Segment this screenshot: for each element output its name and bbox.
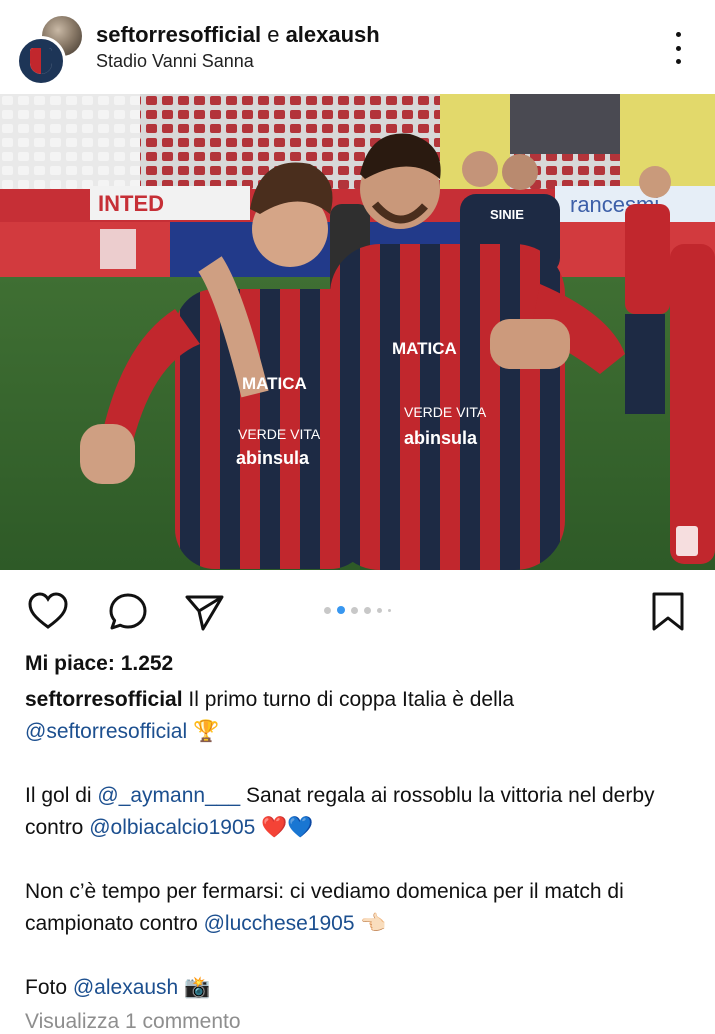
sponsor-text-left-2: VERDE VITA [238, 426, 321, 442]
carousel-dot-active [337, 606, 345, 614]
like-heart-icon[interactable] [26, 590, 70, 634]
comment-bubble-icon[interactable] [106, 590, 150, 634]
carousel-dot [388, 608, 391, 612]
caption-text: Il gol di [25, 784, 98, 807]
post-actions [0, 576, 715, 646]
location-link[interactable]: Stadio Vanni Sanna [96, 51, 254, 72]
avatar-seftorresofficial[interactable] [16, 36, 66, 86]
caption-paragraph-1: seftorresofficial Il primo turno di copp… [25, 684, 695, 748]
mention-link[interactable]: @seftorresofficial [25, 720, 187, 743]
mention-link[interactable]: @lucchese1905 [204, 912, 355, 935]
carousel-dot [377, 607, 382, 613]
post-photo[interactable]: INTED rancesmi MATICA VERDE VITA abinsul… [0, 94, 715, 570]
banner-left-text: INTED [98, 191, 164, 216]
trophy-emoji: 🏆 [187, 720, 220, 743]
caption-text: Foto [25, 976, 73, 999]
sponsor-text-left-3: abinsula [236, 448, 310, 468]
share-send-icon[interactable] [182, 590, 226, 634]
caption-paragraph-2: Il gol di @_aymann___ Sanat regala ai ro… [25, 780, 695, 844]
save-bookmark-icon[interactable] [646, 590, 690, 634]
more-options-icon[interactable] [668, 32, 688, 64]
carousel-dot [364, 606, 371, 614]
caption-paragraph-4: Foto @alexaush 📸 [25, 972, 695, 1004]
authors-conjunction: e [267, 22, 280, 47]
author-link-2[interactable]: alexaush [286, 22, 380, 47]
author-link-1[interactable]: seftorresofficial [96, 22, 261, 47]
mention-link[interactable]: @_aymann___ [97, 784, 240, 807]
sponsor-text-left-1: MATICA [242, 374, 307, 393]
post-authors: seftorresofficial e alexaush [96, 22, 380, 48]
shirt-name-text: SINIE [490, 207, 524, 222]
sponsor-text-right-2: VERDE VITA [404, 404, 487, 420]
carousel-indicator [324, 606, 391, 614]
photo-illustration: INTED rancesmi MATICA VERDE VITA abinsul… [0, 94, 715, 570]
carousel-dot [324, 606, 331, 614]
mention-link[interactable]: @olbiacalcio1905 [89, 816, 255, 839]
caption-text: Il primo turno di coppa Italia è della [182, 688, 515, 711]
club-crest-icon [30, 48, 52, 74]
hearts-emoji: ❤️💙 [255, 816, 314, 839]
mention-link[interactable]: @alexaush [73, 976, 178, 999]
carousel-dot [351, 606, 358, 614]
sponsor-text-right-3: abinsula [404, 428, 478, 448]
likes-count[interactable]: Mi piace: 1.252 [25, 652, 173, 676]
sponsor-text-right-1: MATICA [392, 339, 457, 358]
caption-username[interactable]: seftorresofficial [25, 688, 183, 711]
camera-emoji: 📸 [178, 976, 211, 999]
pointing-hand-emoji: 👈🏻 [354, 912, 387, 935]
post-caption: seftorresofficial Il primo turno di copp… [25, 684, 695, 1004]
caption-paragraph-3: Non c’è tempo per fermarsi: ci vediamo d… [25, 876, 695, 940]
post-header: seftorresofficial e alexaush Stadio Vann… [0, 0, 715, 94]
collab-avatars[interactable] [16, 14, 96, 86]
view-comments-link[interactable]: Visualizza 1 commento [25, 1010, 241, 1034]
